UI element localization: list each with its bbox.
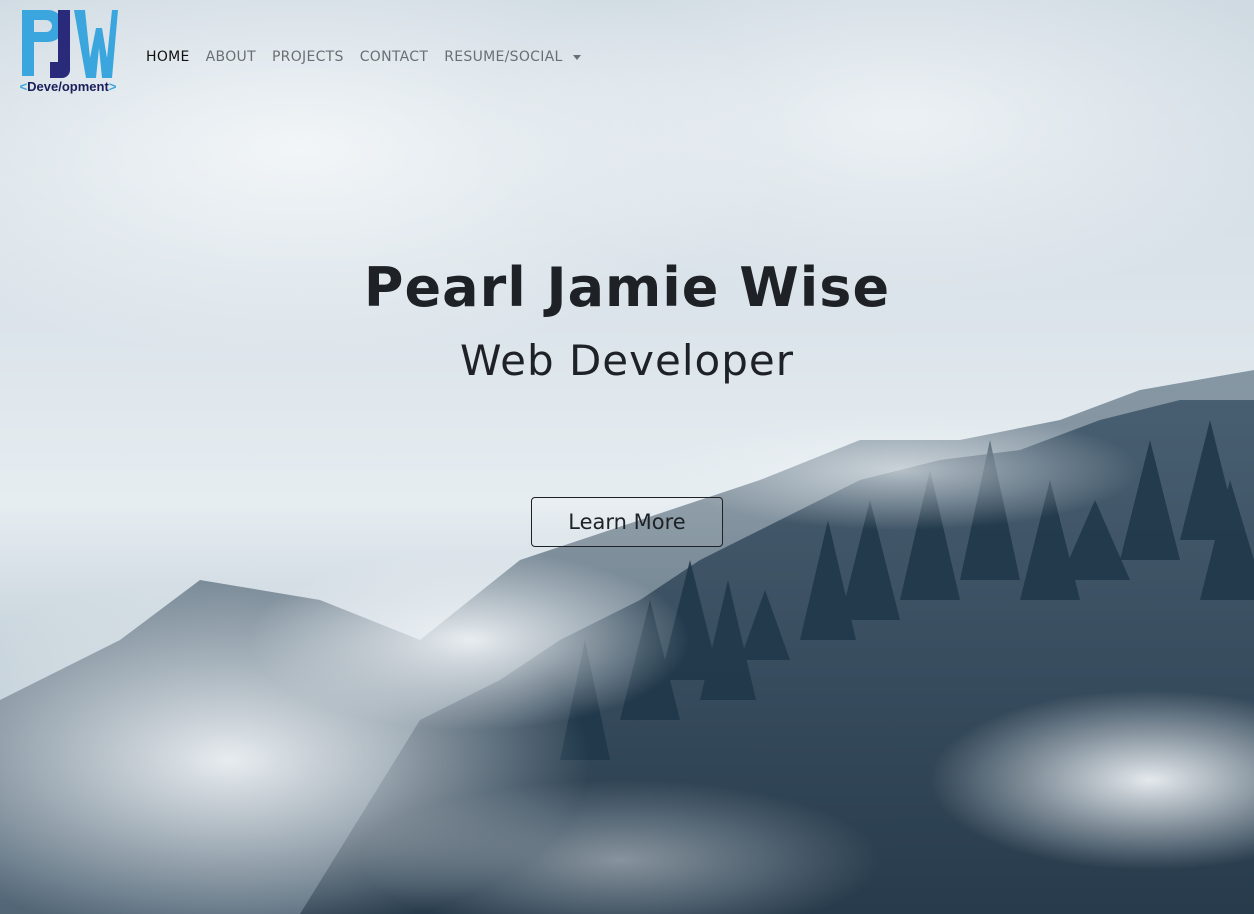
hero-section: [0, 0, 1254, 914]
caret-down-icon: [572, 54, 581, 60]
misty-forest-background: [0, 370, 1254, 914]
nav-item-contact[interactable]: CONTACT: [360, 49, 429, 65]
logo[interactable]: <Deve/opment>: [14, 8, 122, 98]
main-nav: HOME ABOUT PROJECTS CONTACT RESUME/SOCIA…: [146, 45, 581, 69]
hero-subtitle: Web Developer: [460, 336, 794, 385]
nav-item-about[interactable]: ABOUT: [206, 49, 256, 65]
logo-sub-label: Deve/opment: [27, 79, 109, 94]
nav-item-resume-social[interactable]: RESUME/SOCIAL: [444, 49, 581, 65]
bracket-right-icon: >: [108, 79, 117, 94]
nav-item-home[interactable]: HOME: [146, 49, 190, 65]
nav-item-resume-social-label: RESUME/SOCIAL: [444, 49, 563, 65]
nav-item-projects[interactable]: PROJECTS: [272, 49, 344, 65]
learn-more-button[interactable]: Learn More: [531, 497, 723, 547]
hero-title: Pearl Jamie Wise: [363, 256, 891, 319]
logo-subtext: <Deve/opment>: [14, 79, 122, 94]
logo-pjw-mark: [22, 10, 118, 78]
